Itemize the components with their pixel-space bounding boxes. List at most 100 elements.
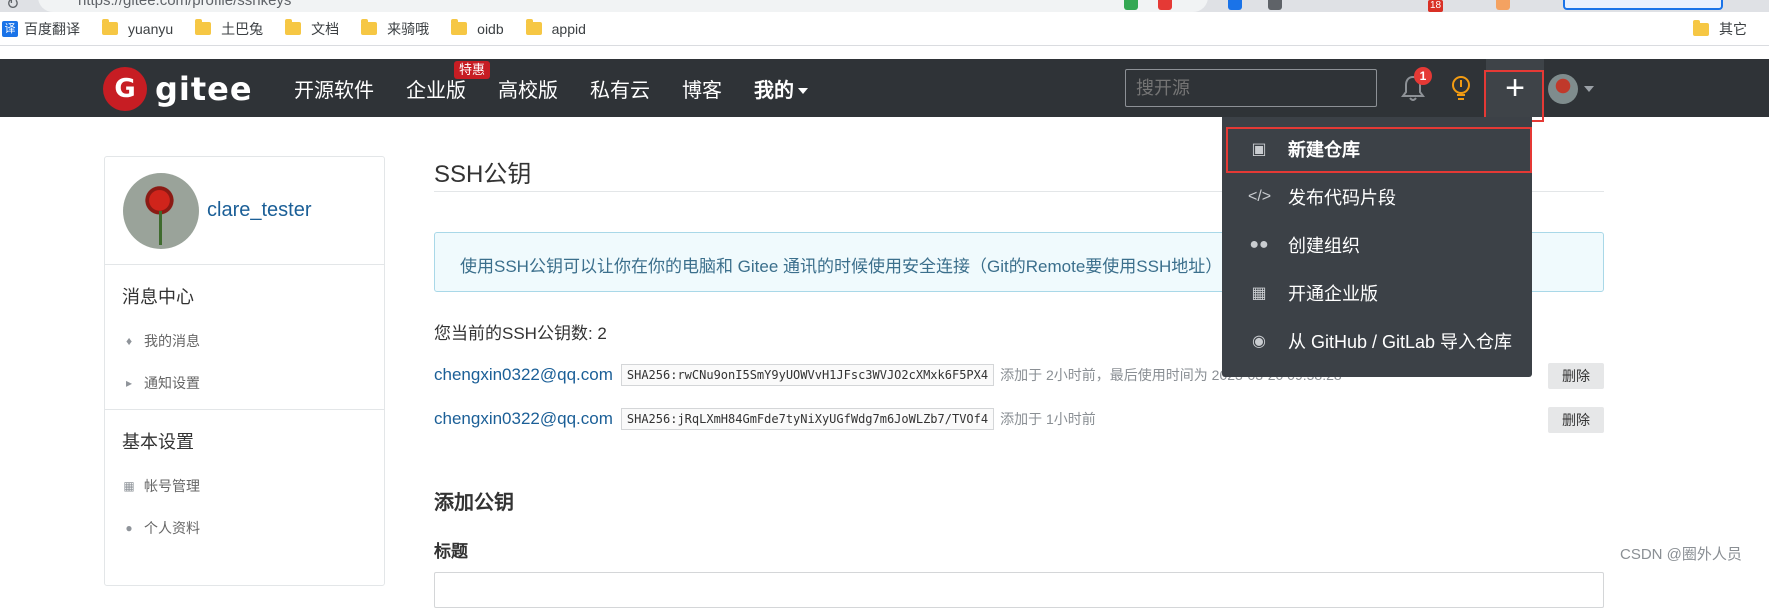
menu-item-new-repository[interactable]: ▣ 新建仓库 — [1222, 125, 1532, 173]
browser-tab-strip: ↻ https://gitee.com/profile/sshkeys 18 — [0, 0, 1769, 13]
search-input[interactable] — [1125, 69, 1377, 107]
bookmark-label: appid — [551, 20, 586, 37]
bookmark-label: yuanyu — [128, 20, 174, 37]
ssh-key-meta: 添加于 1小时前 — [1000, 411, 1096, 427]
gitee-logo[interactable]: G gitee — [103, 67, 253, 111]
nav-enterprise[interactable]: 企业版 特惠 — [406, 60, 491, 103]
menu-item-label: 创建组织 — [1288, 236, 1360, 256]
extension-badge: 18 — [1428, 0, 1444, 12]
bookmark-label: 文档 — [311, 20, 340, 37]
bookmark-folder-yuanyu[interactable]: yuanyu — [102, 19, 174, 37]
menu-item-enterprise[interactable]: ▦ 开通企业版 — [1222, 269, 1532, 317]
nav-blog[interactable]: 博客 — [682, 74, 722, 103]
extension-blue-button[interactable] — [1563, 0, 1723, 10]
ssh-key-email: chengxin0322@qq.com — [434, 365, 613, 384]
sidebar-item-profile[interactable]: ● 个人资料 — [122, 518, 367, 546]
ssh-key-email: chengxin0322@qq.com — [434, 409, 613, 428]
sidebar-section-title: 消息中心 — [122, 287, 194, 307]
user-avatar[interactable] — [1548, 74, 1578, 104]
menu-item-label: 发布代码片段 — [1288, 188, 1396, 208]
sidebar-section-title: 基本设置 — [122, 432, 194, 452]
create-button-highlight — [1484, 70, 1544, 122]
profile-username[interactable]: clare_tester — [207, 199, 312, 222]
extension-orange-icon[interactable] — [1496, 0, 1510, 10]
folder-icon — [451, 19, 468, 35]
add-key-heading: 添加公钥 — [434, 492, 514, 514]
menu-item-create-organization[interactable]: ●● 创建组织 — [1222, 221, 1532, 269]
bookmark-folder-other[interactable]: 其它 — [1693, 12, 1769, 46]
folder-icon — [102, 19, 118, 35]
bookmarks-bar: 译 百度翻译 yuanyu 土巴兔 文档 来骑哦 oidb appid 其它 — [0, 12, 1769, 46]
ssh-key-fingerprint: SHA256:jRqLXmH84GmFde7tyNiXyUGfWdg7m6JoW… — [620, 408, 995, 430]
gitee-logo-text: gitee — [155, 70, 253, 108]
code-icon: </> — [1248, 188, 1272, 205]
menu-item-label: 从 GitHub / GitLab 导入仓库 — [1288, 332, 1513, 352]
folder-icon — [361, 19, 378, 35]
bookmark-label: 百度翻译 — [24, 20, 80, 37]
profile-card: clare_tester — [105, 157, 384, 265]
extension-red-icon[interactable] — [1158, 0, 1172, 10]
profile-avatar[interactable] — [123, 172, 199, 249]
sidebar-item-notification-settings[interactable]: ▸ 通知设置 — [122, 373, 367, 409]
chevron-down-icon[interactable] — [1584, 86, 1594, 92]
promo-badge: 特惠 — [454, 60, 491, 79]
folder-icon — [285, 19, 302, 35]
address-bar[interactable]: https://gitee.com/profile/sshkeys — [38, 0, 1208, 12]
plus-square-icon: ▣ — [1251, 141, 1267, 158]
key-title-input[interactable] — [434, 572, 1604, 608]
create-dropdown-menu: ▣ 新建仓库 </> 发布代码片段 ●● 创建组织 ▦ 开通企业版 ◉ 从 Gi… — [1222, 117, 1532, 377]
ssh-key-row: chengxin0322@qq.com SHA256:jRqLXmH84GmFd… — [434, 406, 1604, 433]
sidebar-item-account-management[interactable]: ▦ 帐号管理 — [122, 476, 367, 496]
sidebar-section-basic-settings: 基本设置 ▦ 帐号管理 ● 个人资料 — [105, 410, 384, 546]
sidebar-item-label: 帐号管理 — [144, 478, 200, 494]
folder-icon — [195, 19, 212, 35]
nav-private-cloud[interactable]: 私有云 — [590, 74, 650, 103]
github-icon: ◉ — [1252, 333, 1266, 350]
menu-item-label: 新建仓库 — [1288, 140, 1360, 160]
translate-icon: 译 — [2, 20, 18, 37]
ssh-key-fingerprint: SHA256:rwCNu9onI5SmY9yUOWVvH1JFsc3WVJO2c… — [620, 364, 995, 386]
id-card-icon: ▦ — [123, 479, 135, 493]
bookmark-baidu-translate[interactable]: 译 百度翻译 — [2, 19, 80, 39]
bookmark-label: 土巴兔 — [221, 20, 264, 37]
nav-education[interactable]: 高校版 — [498, 74, 558, 103]
menu-item-label: 开通企业版 — [1288, 284, 1378, 304]
main-nav: 开源软件 企业版 特惠 高校版 私有云 博客 我的 — [294, 59, 840, 117]
sidebar-item-my-messages[interactable]: ♦ 我的消息 — [122, 331, 367, 351]
csdn-watermark: CSDN @圈外人员 — [1620, 546, 1742, 563]
settings-sidebar: clare_tester 消息中心 ♦ 我的消息 ▸ 通知设置 基本设置 ▦ 帐… — [104, 156, 385, 586]
sidebar-item-label: 我的消息 — [144, 333, 200, 349]
speaker-icon: ▸ — [125, 376, 133, 390]
bell-icon: ♦ — [125, 334, 133, 348]
delete-key-button[interactable]: 删除 — [1548, 363, 1604, 389]
bookmark-folder-appid[interactable]: appid — [525, 19, 586, 37]
folder-icon — [525, 19, 542, 35]
lightbulb-icon[interactable] — [1448, 73, 1474, 103]
extension-green-icon[interactable] — [1124, 0, 1138, 10]
bookmark-label: 其它 — [1719, 21, 1747, 37]
delete-key-button[interactable]: 删除 — [1548, 407, 1604, 433]
key-title-label: 标题 — [434, 542, 468, 561]
sidebar-item-label: 通知设置 — [144, 375, 200, 391]
menu-item-import-repository[interactable]: ◉ 从 GitHub / GitLab 导入仓库 — [1222, 317, 1532, 365]
menu-item-publish-snippet[interactable]: </> 发布代码片段 — [1222, 173, 1532, 221]
nav-open-source[interactable]: 开源软件 — [294, 74, 374, 103]
group-icon: ●● — [1249, 236, 1269, 253]
nav-mine-label: 我的 — [754, 79, 794, 102]
sidebar-item-label: 个人资料 — [144, 520, 200, 536]
bookmark-label: 来骑哦 — [387, 20, 430, 37]
folder-icon — [1693, 19, 1709, 36]
bookmark-folder-docs[interactable]: 文档 — [285, 19, 339, 39]
address-bar-url: https://gitee.com/profile/sshkeys — [78, 0, 292, 9]
bookmark-folder-tubatu[interactable]: 土巴兔 — [195, 19, 263, 39]
nav-enterprise-label: 企业版 — [406, 79, 466, 102]
bookmark-folder-laiqio[interactable]: 来骑哦 — [361, 19, 429, 39]
chevron-down-icon — [798, 88, 808, 95]
user-icon: ● — [125, 521, 133, 535]
bookmark-folder-oidb[interactable]: oidb — [451, 19, 504, 37]
extension-mail-icon[interactable] — [1268, 0, 1282, 10]
nav-mine-dropdown[interactable]: 我的 — [754, 74, 808, 103]
extension-sheets-icon[interactable] — [1228, 0, 1242, 10]
gitee-logo-mark: G — [103, 67, 147, 111]
building-icon: ▦ — [1251, 285, 1267, 302]
